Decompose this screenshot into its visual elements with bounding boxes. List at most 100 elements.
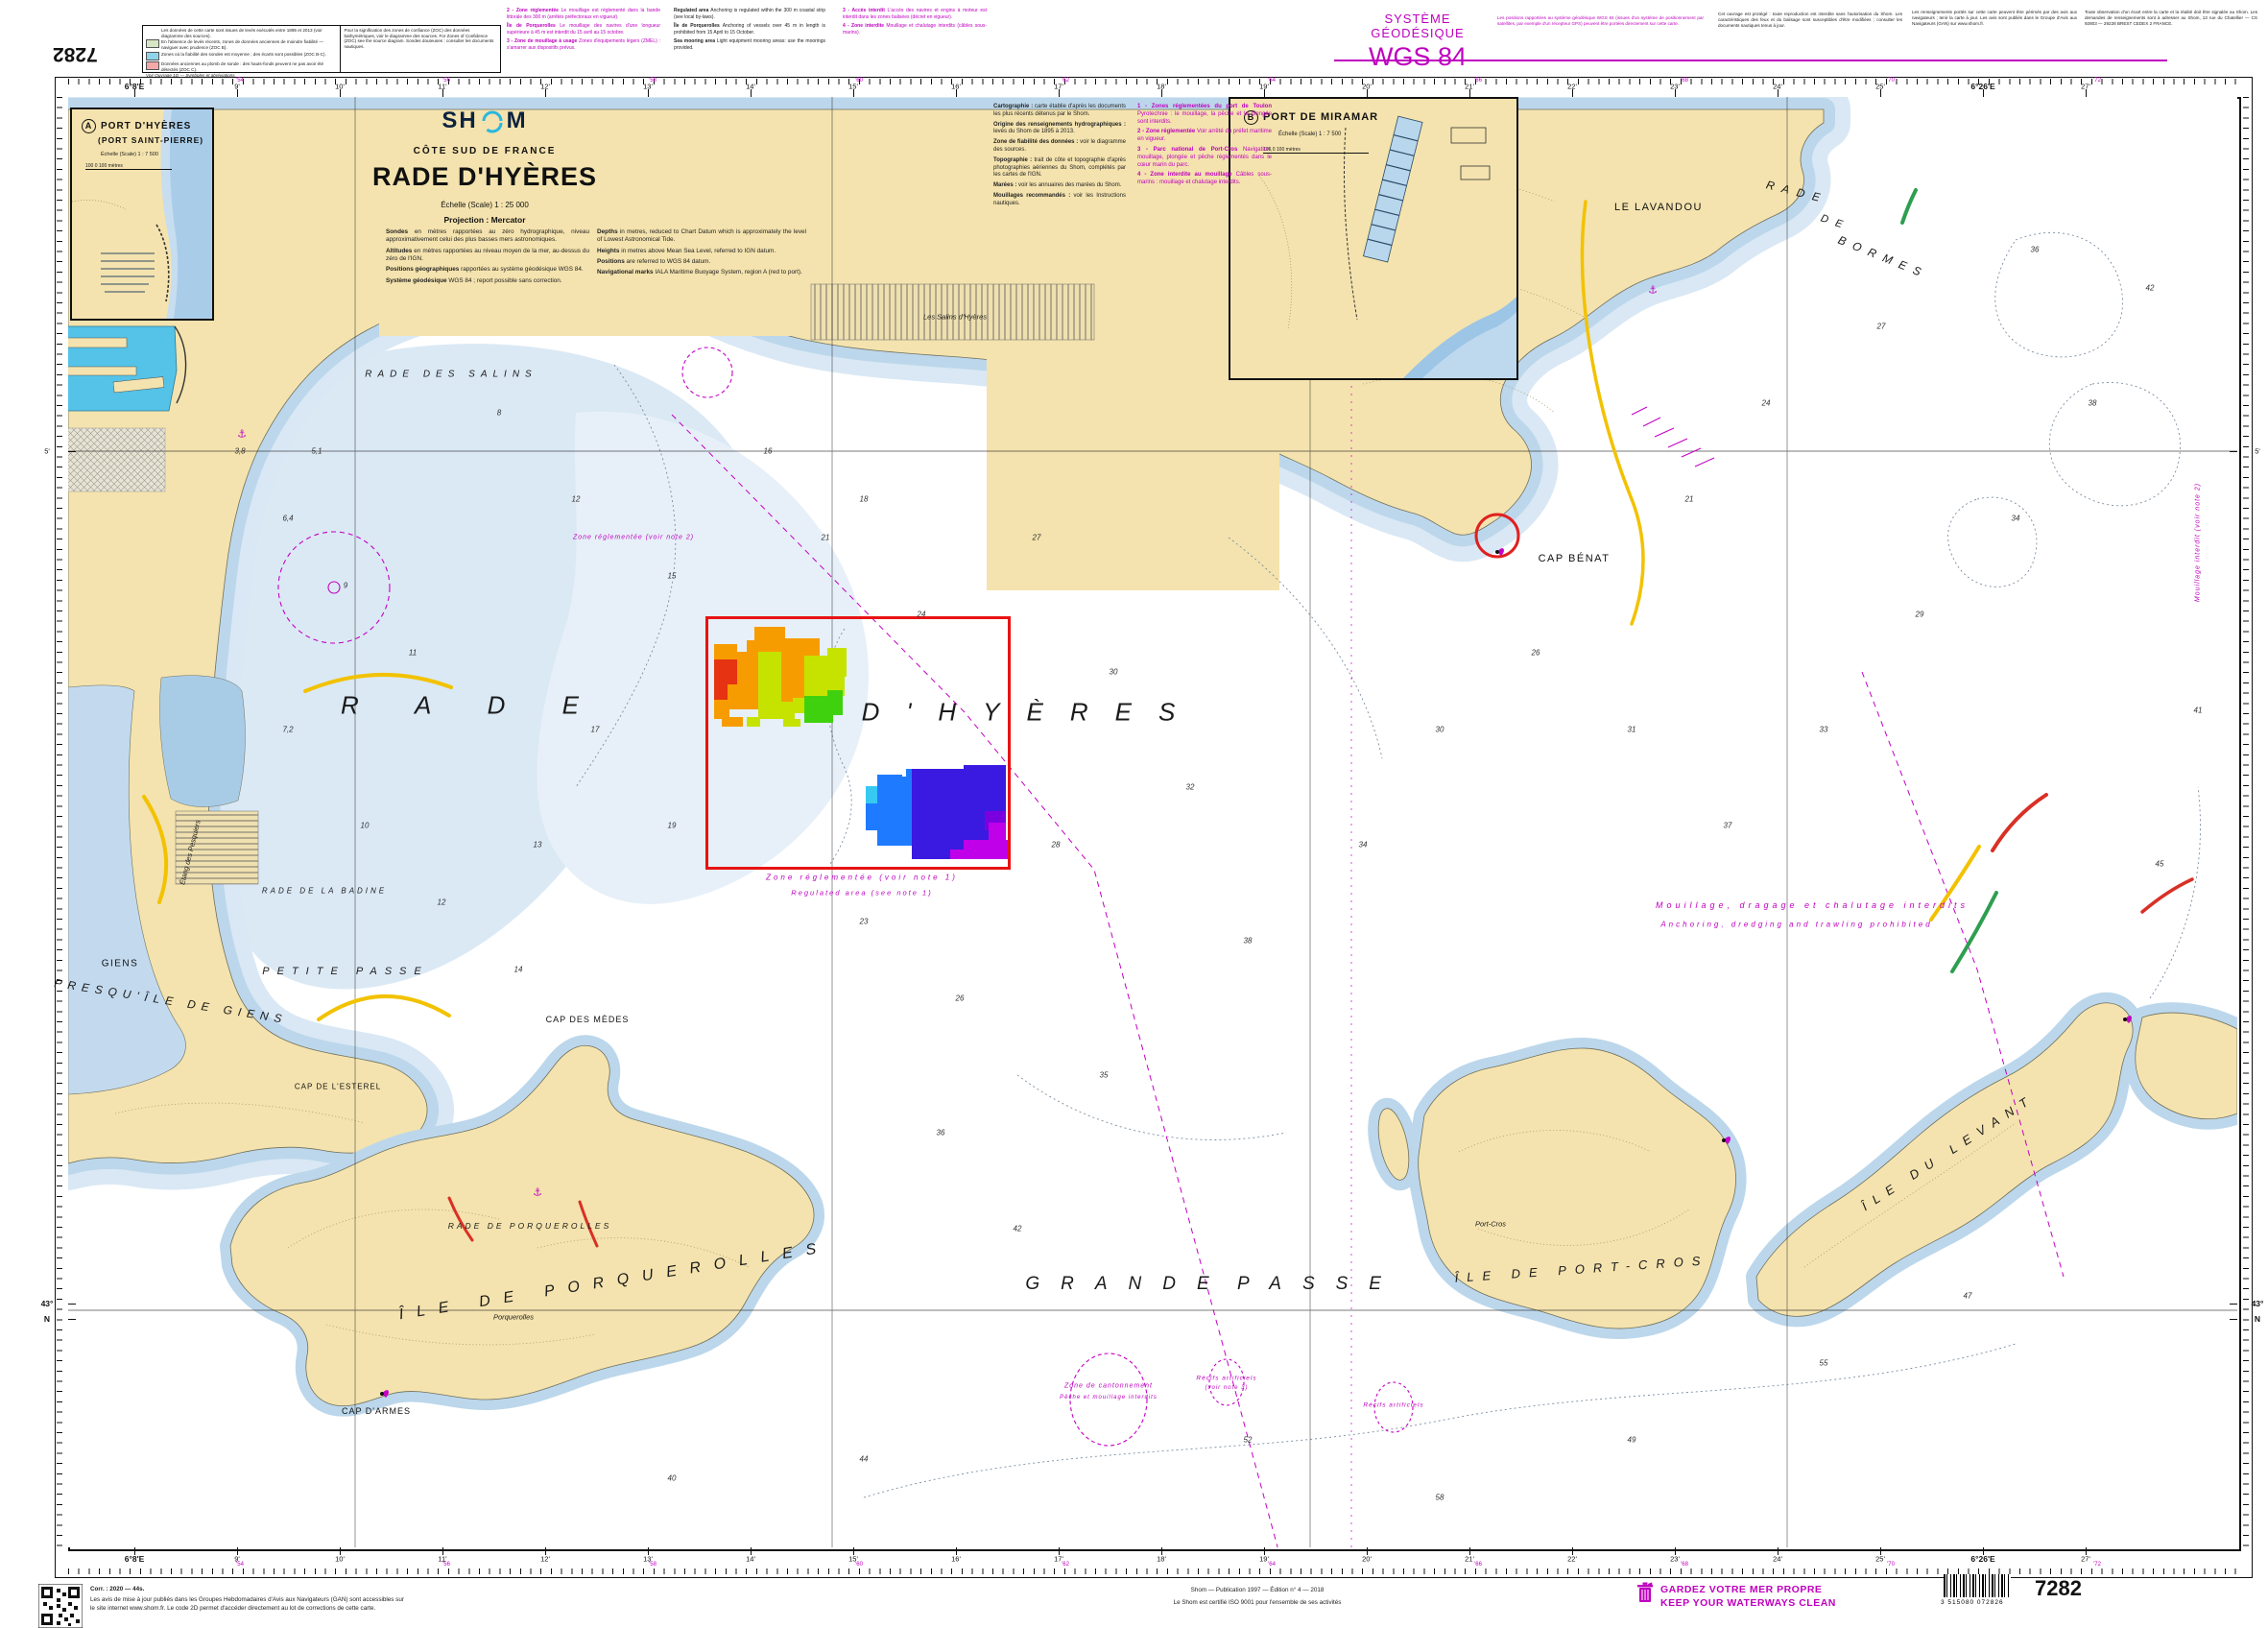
border-tick-label: 25' (1875, 1555, 1885, 1564)
sounding: 23 (860, 918, 869, 926)
notes-paragraph: Heights in metres above Mean Sea Level, … (597, 248, 806, 255)
sounding: 7,2 (282, 726, 293, 734)
survey-cell (948, 850, 987, 859)
notes-paragraph: Les positions rapportées au système géod… (1497, 15, 1704, 27)
border-tick (853, 1547, 854, 1555)
map-label: Récifs artificiels (1363, 1402, 1423, 1409)
notes-paragraph: Navigational marks IALA Maritime Buoyage… (597, 269, 806, 276)
shom-logo-circle-icon (480, 108, 505, 133)
border-tick (2086, 89, 2087, 97)
sounding: 16 (764, 447, 773, 456)
sounding: 18 (860, 495, 869, 504)
survey-cell (714, 700, 729, 719)
sounding: 44 (860, 1455, 869, 1464)
sounding: 40 (668, 1474, 677, 1483)
hyeres-marina (60, 326, 186, 411)
border-tick (751, 1547, 752, 1555)
notes-paragraph: 4 - Zone interdite au mouillage Câbles s… (1137, 172, 1272, 187)
survey-cell (722, 717, 743, 727)
sounding: 36 (2031, 246, 2040, 254)
border-tick-label: 24' (1773, 1555, 1782, 1564)
notes-paragraph: Cartographie : carte établie d'après les… (993, 104, 1126, 119)
map-label: Regulated area (see note 1) (791, 889, 932, 898)
sounding: 55 (1820, 1359, 1828, 1368)
notes-paragraph: Les renseignements portés sur cette cart… (1912, 10, 2077, 27)
map-label: Zone réglementée (voir note 2) (573, 535, 694, 541)
border-tick (1880, 1547, 1881, 1555)
border-lat-label: N (2255, 1314, 2260, 1324)
map-label: Zone réglementée (voir note 1) (766, 874, 958, 882)
grid-number: '60 (855, 1562, 863, 1568)
inset-b: BPORT DE MIRAMAR Échelle (Scale) 1 : 7 5… (1229, 97, 1518, 380)
inset-a-letter: A (82, 119, 96, 133)
barcode (1944, 1574, 2011, 1597)
barcode-digits: 3 515080 072826 (1941, 1599, 2004, 1606)
inset-a-scalebar: 100 0 100 mètres (85, 163, 172, 170)
grid-number: '70 (1887, 1562, 1895, 1568)
grid-number: '58 (649, 1562, 657, 1568)
border-tick (648, 89, 649, 97)
border-tick (853, 89, 854, 97)
map-label: CAP BÉNAT (1539, 553, 1611, 564)
sounding: 9 (344, 582, 347, 590)
notes-paragraph: Zone de fiabilité des données : voir le … (993, 139, 1126, 155)
border-tick (1264, 89, 1265, 97)
border-tick-label: 20' (1362, 1555, 1372, 1564)
border-tick (1778, 1547, 1779, 1555)
map-label: Zone de cantonnement (1064, 1383, 1153, 1390)
notes-column: Les positions rapportées au système géod… (1497, 15, 1704, 30)
grid-number: '58 (649, 78, 657, 84)
sounding: 32 (1186, 783, 1195, 792)
inset-b-scale: Échelle (Scale) 1 : 7 500 (1278, 132, 1341, 137)
map-label: CAP DE L'ESTEREL (295, 1083, 381, 1091)
sounding: 30 (1110, 668, 1118, 677)
sounding: 26 (956, 994, 965, 1003)
border-lat-tick (68, 1304, 76, 1305)
notes-paragraph: Cet ouvrage est protégé : toute reproduc… (1718, 12, 1902, 29)
border-tick (1880, 89, 1881, 97)
trash-bin-icon (1636, 1582, 1654, 1605)
map-label: CAP D'ARMES (342, 1406, 411, 1416)
sounding: 49 (1628, 1436, 1636, 1445)
grid-number: '62 (1062, 78, 1069, 84)
sounding: 24 (1762, 399, 1771, 408)
border-tick-label: 6°8'E (125, 1554, 145, 1564)
map-label: GRANDE (1025, 1274, 1229, 1295)
border-tick (237, 89, 238, 97)
map-label: RADE DES SALINS (365, 370, 537, 380)
survey-overlay-box (705, 616, 1011, 870)
map-label: (voir note 3) (1205, 1385, 1248, 1391)
border-tick (442, 89, 443, 97)
border-tick-label: 23' (1670, 1555, 1680, 1564)
border-lat-tick (68, 451, 76, 452)
notes-paragraph: Toute observation d'un écart entre la ca… (2085, 10, 2257, 27)
border-tick (340, 1547, 341, 1555)
map-label: ⚓ (237, 428, 247, 441)
inset-b-map (1230, 99, 1516, 378)
grid-number: '72 (2093, 1562, 2101, 1568)
grid-number: '56 (442, 1562, 450, 1568)
chart-number-bottom-right: 7282 (2035, 1576, 2082, 1601)
border-tick (1367, 89, 1368, 97)
border-tick-label: 10' (335, 1555, 345, 1564)
iso-line: Le Shom est certifié ISO 9001 pour l'ens… (1094, 1599, 1420, 1608)
map-label: PASSE (1237, 1274, 1402, 1295)
grid-number: '54 (236, 1562, 244, 1568)
border-tick (1161, 89, 1162, 97)
sounding: 30 (1436, 726, 1444, 734)
sounding: 35 (1100, 1071, 1109, 1080)
notes-column: Cet ouvrage est protégé : toute reproduc… (1718, 12, 1902, 32)
sounding: 38 (1244, 937, 1253, 946)
sounding: 58 (1436, 1494, 1444, 1502)
border-tick (1469, 1547, 1470, 1555)
sounding: 6,4 (282, 515, 293, 523)
inset-a-subtitle: (PORT SAINT-PIERRE) (98, 135, 203, 145)
border-tick (545, 1547, 546, 1555)
map-label: Porquerolles (493, 1313, 534, 1322)
sounding: 13 (534, 841, 542, 850)
border-tick-label: 27' (2081, 1555, 2090, 1564)
sounding: 38 (2089, 399, 2097, 408)
survey-cell (758, 652, 781, 704)
border-lat-tick (2230, 1319, 2237, 1320)
notes-paragraph: Positions géographiques rapportées au sy… (386, 266, 589, 274)
